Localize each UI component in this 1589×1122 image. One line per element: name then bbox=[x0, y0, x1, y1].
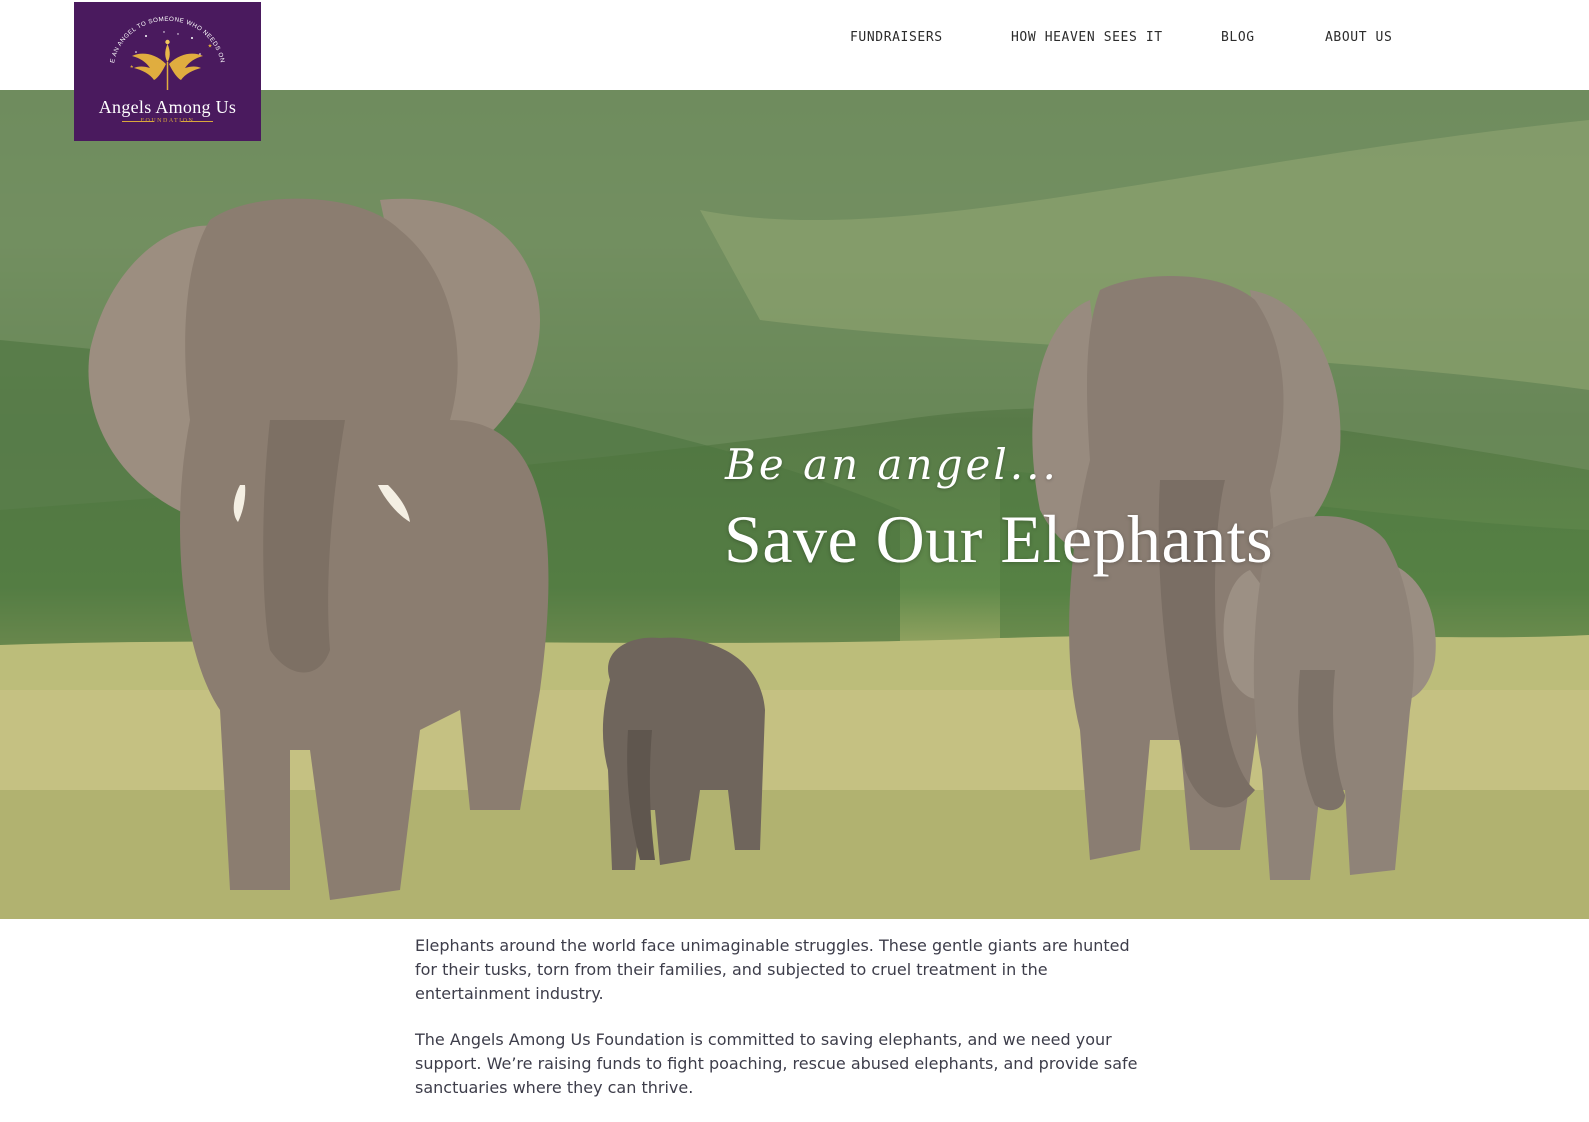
logo-name: Angels Among Us bbox=[98, 97, 237, 117]
hero-script-text: Be an angel... bbox=[725, 440, 1059, 489]
nav-how-heaven-sees-it[interactable]: HOW HEAVEN SEES IT bbox=[1011, 30, 1163, 45]
logo-subtitle: FOUNDATION bbox=[140, 118, 195, 124]
site-logo[interactable]: BE AN ANGEL TO SOMEONE WHO NEEDS ONE Ang… bbox=[74, 2, 261, 141]
nav-blog[interactable]: BLOG bbox=[1221, 30, 1255, 45]
logo-arc-text: BE AN ANGEL TO SOMEONE WHO NEEDS ONE bbox=[74, 2, 225, 64]
hero-title: Save Our Elephants bbox=[724, 501, 1274, 577]
angel-wings-icon: BE AN ANGEL TO SOMEONE WHO NEEDS ONE bbox=[74, 2, 226, 90]
intro-paragraph: Elephants around the world face unimagin… bbox=[415, 936, 1130, 1003]
intro-paragraph: The Angels Among Us Foundation is commit… bbox=[415, 1030, 1138, 1097]
nav-about-us[interactable]: ABOUT US bbox=[1325, 30, 1392, 45]
hero-section: Be an angel... Save Our Elephants bbox=[0, 90, 1589, 919]
svg-text:BE AN ANGEL TO SOMEONE WHO NEE: BE AN ANGEL TO SOMEONE WHO NEEDS ONE bbox=[74, 2, 226, 64]
intro-content: Elephants around the world face unimagin… bbox=[415, 934, 1145, 1122]
logo-divider-right bbox=[181, 121, 213, 122]
nav-fundraisers[interactable]: FUNDRAISERS bbox=[850, 30, 943, 45]
